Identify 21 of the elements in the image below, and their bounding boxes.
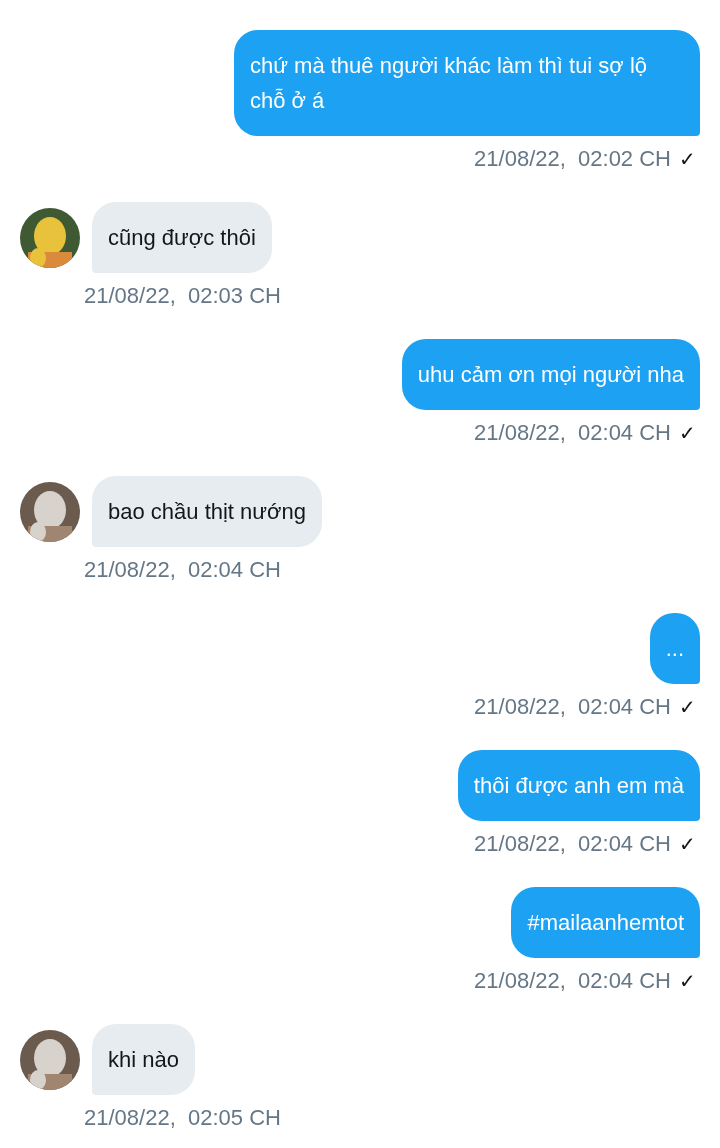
read-check: ✓ <box>679 421 696 446</box>
message-bubble: cũng được thôi <box>92 202 272 273</box>
read-check: ✓ <box>679 969 696 994</box>
message-time: 21/08/22, 02:04 CH <box>474 830 671 858</box>
message-time: 21/08/22, 02:02 CH <box>474 145 671 173</box>
message-bubble: thôi được anh em mà <box>457 750 700 821</box>
message-bubble: #mailaanhemtot <box>511 887 700 958</box>
message-time: 21/08/22, 02:05 CH <box>84 1104 281 1132</box>
message-bubble: bao chầu thịt nướng <box>92 476 322 547</box>
message-time: 21/08/22, 02:03 CH <box>84 282 281 310</box>
message-time: 21/08/22, 02:04 CH <box>474 967 671 995</box>
read-check: ✓ <box>679 147 696 172</box>
message-time: 21/08/22, 02:04 CH <box>474 419 671 447</box>
message-bubble: chứ mà thuê người khác làm thì tui sợ lộ chỗ ở á <box>234 30 700 136</box>
message-bubble: khi nào <box>92 1024 195 1095</box>
read-check: ✓ <box>679 695 696 720</box>
read-check: ✓ <box>679 832 696 857</box>
message-time: 21/08/22, 02:04 CH <box>474 693 671 721</box>
message-bubble: ... <box>649 613 700 684</box>
message-bubble: uhu cảm ơn mọi người nha <box>401 339 700 410</box>
message-time: 21/08/22, 02:04 CH <box>84 556 281 584</box>
